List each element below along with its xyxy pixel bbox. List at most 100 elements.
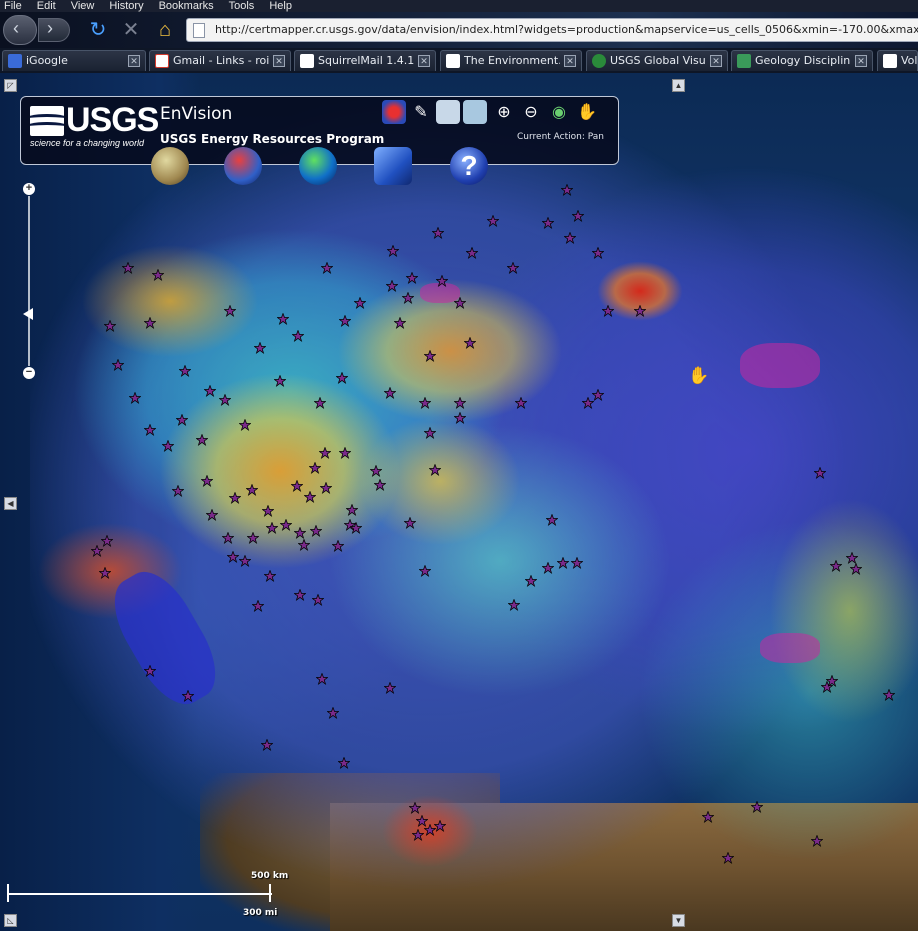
menu-file[interactable]: File bbox=[4, 0, 22, 12]
zoom-out-icon[interactable]: ⊖ bbox=[519, 100, 543, 124]
tab-usgs-global[interactable]: USGS Global Visu... ✕ bbox=[586, 50, 728, 71]
well-marker-star-icon[interactable] bbox=[386, 280, 398, 292]
well-marker-star-icon[interactable] bbox=[830, 560, 842, 572]
close-icon[interactable]: ✕ bbox=[418, 55, 430, 67]
well-marker-star-icon[interactable] bbox=[152, 269, 164, 281]
well-marker-star-icon[interactable] bbox=[419, 397, 431, 409]
well-marker-star-icon[interactable] bbox=[429, 464, 441, 476]
menu-tools[interactable]: Tools bbox=[229, 0, 255, 12]
well-marker-star-icon[interactable] bbox=[277, 313, 289, 325]
menu-view[interactable]: View bbox=[71, 0, 95, 12]
well-marker-star-icon[interactable] bbox=[466, 247, 478, 259]
well-marker-star-icon[interactable] bbox=[99, 567, 111, 579]
well-marker-star-icon[interactable] bbox=[412, 829, 424, 841]
well-marker-star-icon[interactable] bbox=[406, 272, 418, 284]
well-marker-star-icon[interactable] bbox=[354, 297, 366, 309]
globe-view-icon[interactable] bbox=[463, 100, 487, 124]
pan-hand-icon[interactable]: ✋ bbox=[575, 100, 599, 124]
tab-volc[interactable]: Volc bbox=[877, 50, 918, 71]
well-marker-star-icon[interactable] bbox=[206, 509, 218, 521]
well-marker-star-icon[interactable] bbox=[564, 232, 576, 244]
well-marker-star-icon[interactable] bbox=[602, 305, 614, 317]
well-marker-star-icon[interactable] bbox=[320, 482, 332, 494]
well-marker-star-icon[interactable] bbox=[370, 465, 382, 477]
well-marker-star-icon[interactable] bbox=[144, 665, 156, 677]
well-marker-star-icon[interactable] bbox=[850, 563, 862, 575]
zoom-slider-track[interactable] bbox=[28, 196, 30, 366]
well-marker-star-icon[interactable] bbox=[826, 675, 838, 687]
well-marker-star-icon[interactable] bbox=[350, 522, 362, 534]
well-marker-star-icon[interactable] bbox=[246, 484, 258, 496]
address-bar[interactable]: http://certmapper.cr.usgs.gov/data/envis… bbox=[186, 18, 918, 42]
well-marker-star-icon[interactable] bbox=[266, 522, 278, 534]
well-marker-star-icon[interactable] bbox=[239, 555, 251, 567]
well-marker-star-icon[interactable] bbox=[196, 434, 208, 446]
well-marker-star-icon[interactable] bbox=[222, 532, 234, 544]
well-marker-star-icon[interactable] bbox=[291, 480, 303, 492]
close-icon[interactable]: ✕ bbox=[855, 55, 867, 67]
help-icon[interactable]: ? bbox=[450, 147, 488, 185]
full-extent-icon[interactable]: ◉ bbox=[547, 100, 571, 124]
pan-south-icon[interactable]: ▼ bbox=[672, 914, 685, 927]
well-marker-star-icon[interactable] bbox=[409, 802, 421, 814]
zoom-slider-thumb[interactable] bbox=[23, 308, 33, 320]
well-marker-star-icon[interactable] bbox=[436, 275, 448, 287]
well-marker-star-icon[interactable] bbox=[179, 365, 191, 377]
stop-icon[interactable]: ✕ bbox=[119, 18, 143, 42]
close-icon[interactable]: ✕ bbox=[710, 55, 722, 67]
well-marker-star-icon[interactable] bbox=[394, 317, 406, 329]
well-marker-star-icon[interactable] bbox=[542, 217, 554, 229]
layers-icon[interactable] bbox=[382, 100, 406, 124]
energy-globe-icon[interactable] bbox=[224, 147, 262, 185]
well-marker-star-icon[interactable] bbox=[387, 245, 399, 257]
zoom-in-button[interactable]: + bbox=[23, 183, 35, 195]
menu-help[interactable]: Help bbox=[269, 0, 292, 12]
close-icon[interactable]: ✕ bbox=[273, 55, 285, 67]
well-marker-star-icon[interactable] bbox=[374, 479, 386, 491]
pan-north-icon[interactable]: ▲ bbox=[672, 79, 685, 92]
well-marker-star-icon[interactable] bbox=[104, 320, 116, 332]
well-marker-star-icon[interactable] bbox=[101, 535, 113, 547]
reload-icon[interactable]: ↻ bbox=[86, 18, 110, 42]
well-marker-star-icon[interactable] bbox=[814, 467, 826, 479]
well-marker-star-icon[interactable] bbox=[310, 525, 322, 537]
tab-gmail[interactable]: Gmail - Links - roi... ✕ bbox=[149, 50, 291, 71]
well-marker-star-icon[interactable] bbox=[339, 447, 351, 459]
well-marker-star-icon[interactable] bbox=[464, 337, 476, 349]
well-marker-star-icon[interactable] bbox=[454, 397, 466, 409]
well-marker-star-icon[interactable] bbox=[384, 682, 396, 694]
well-marker-star-icon[interactable] bbox=[346, 504, 358, 516]
well-marker-star-icon[interactable] bbox=[172, 485, 184, 497]
well-marker-star-icon[interactable] bbox=[224, 305, 236, 317]
pencil-icon[interactable]: ✎ bbox=[409, 100, 433, 124]
well-marker-star-icon[interactable] bbox=[419, 565, 431, 577]
well-marker-star-icon[interactable] bbox=[432, 227, 444, 239]
well-marker-star-icon[interactable] bbox=[525, 575, 537, 587]
well-marker-star-icon[interactable] bbox=[122, 262, 134, 274]
well-marker-star-icon[interactable] bbox=[229, 492, 241, 504]
well-marker-star-icon[interactable] bbox=[261, 739, 273, 751]
well-marker-star-icon[interactable] bbox=[239, 419, 251, 431]
well-marker-star-icon[interactable] bbox=[176, 414, 188, 426]
well-marker-star-icon[interactable] bbox=[338, 757, 350, 769]
well-marker-star-icon[interactable] bbox=[561, 184, 573, 196]
well-marker-star-icon[interactable] bbox=[304, 491, 316, 503]
well-marker-star-icon[interactable] bbox=[883, 689, 895, 701]
well-marker-star-icon[interactable] bbox=[722, 852, 734, 864]
well-marker-star-icon[interactable] bbox=[112, 359, 124, 371]
well-marker-star-icon[interactable] bbox=[298, 539, 310, 551]
tab-environment[interactable]: The Environment... ✕ bbox=[440, 50, 582, 71]
well-marker-star-icon[interactable] bbox=[571, 557, 583, 569]
well-marker-star-icon[interactable] bbox=[264, 570, 276, 582]
world-globe-icon[interactable] bbox=[299, 147, 337, 185]
url-text[interactable]: http://certmapper.cr.usgs.gov/data/envis… bbox=[215, 23, 918, 36]
well-marker-star-icon[interactable] bbox=[751, 801, 763, 813]
well-marker-star-icon[interactable] bbox=[332, 540, 344, 552]
close-icon[interactable]: ✕ bbox=[564, 55, 576, 67]
zoom-out-button[interactable]: − bbox=[23, 367, 35, 379]
well-marker-star-icon[interactable] bbox=[592, 389, 604, 401]
well-marker-star-icon[interactable] bbox=[314, 397, 326, 409]
close-icon[interactable]: ✕ bbox=[128, 55, 140, 67]
well-marker-star-icon[interactable] bbox=[424, 350, 436, 362]
menu-edit[interactable]: Edit bbox=[37, 0, 56, 12]
